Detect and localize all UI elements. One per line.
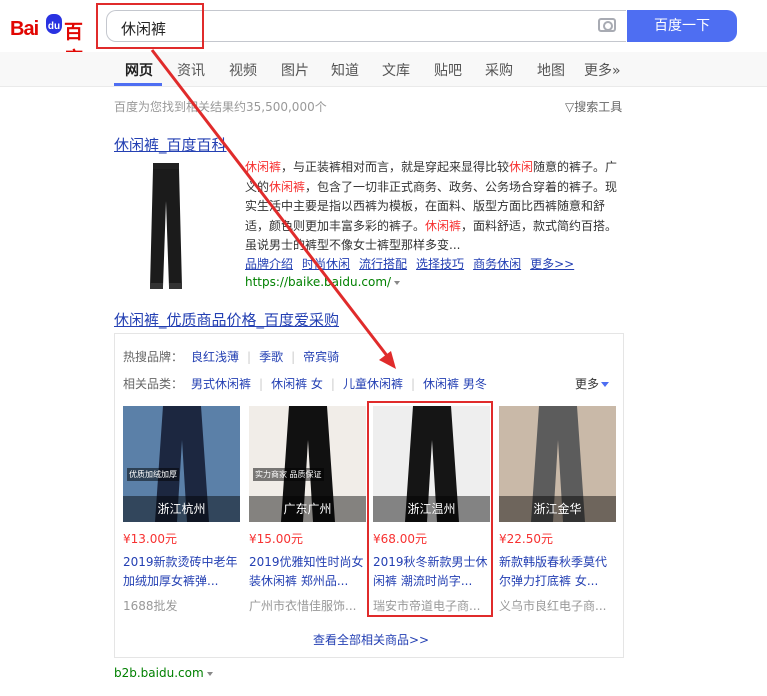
paw-icon: du — [46, 14, 62, 34]
tab-more[interactable]: 更多» — [584, 60, 621, 80]
sublink-more[interactable]: 更多>> — [530, 257, 574, 271]
hot-brands-label: 热搜品牌： — [123, 350, 184, 364]
brand-link[interactable]: 良红浅薄 — [191, 350, 239, 364]
tab-images[interactable]: 图片 — [281, 60, 309, 80]
more-categories-button[interactable]: 更多 — [575, 375, 610, 392]
tab-purchase[interactable]: 采购 — [485, 60, 513, 80]
pants-thumbnail[interactable] — [148, 163, 184, 291]
sublink-fashion[interactable]: 时尚休闲 — [302, 257, 350, 271]
result-url-text: https://baike.baidu.com/ — [245, 275, 392, 289]
more-label: 更多 — [575, 377, 600, 391]
product-location: 浙江杭州 — [123, 496, 240, 522]
search-tools-label: 搜索工具 — [574, 100, 623, 114]
logo-text-bai: Bai — [10, 18, 39, 40]
annotation-box-search — [96, 3, 204, 49]
keyword-highlight: 休闲裤 — [269, 179, 306, 194]
caret-down-icon — [206, 671, 213, 676]
category-link[interactable]: 休闲裤 女 — [271, 377, 323, 391]
divider: | — [410, 377, 416, 391]
related-categories-row: 相关品类： 男式休闲裤 | 休闲裤 女 | 儿童休闲裤 | 休闲裤 男冬 — [123, 375, 487, 392]
sublink-brand-intro[interactable]: 品牌介绍 — [245, 257, 293, 271]
product-name[interactable]: 2019新款烫砖中老年加绒加厚女裤弹... — [123, 553, 240, 591]
category-link[interactable]: 男式休闲裤 — [191, 377, 251, 391]
view-all-products-link[interactable]: 查看全部相关商品>> — [313, 631, 429, 648]
product-image[interactable]: 浙江金华 — [499, 406, 616, 522]
result-sublinks: 品牌介绍 时尚休闲 流行搭配 选择技巧 商务休闲 更多>> — [245, 255, 583, 272]
product-seller[interactable]: 义乌市良红电子商... — [499, 597, 616, 614]
description-text: ，与正装裤相对而言，就是穿起来显得比较 — [281, 160, 510, 174]
image-overlay-text: 优质加绒加厚 — [127, 468, 179, 481]
category-link[interactable]: 儿童休闲裤 — [343, 377, 403, 391]
product-image[interactable]: 实力商家 品质保证广东广州 — [249, 406, 366, 522]
caret-down-icon — [601, 382, 610, 387]
divider: | — [291, 350, 296, 364]
tab-tieba[interactable]: 贴吧 — [434, 60, 462, 80]
brand-link[interactable]: 帝宾骑 — [303, 350, 339, 364]
keyword-highlight: 休闲 — [509, 160, 534, 174]
tab-wenku[interactable]: 文库 — [382, 60, 410, 80]
annotation-box-product — [367, 401, 493, 617]
result-title-baike[interactable]: 休闲裤_百度百科 — [114, 134, 227, 155]
product-price: ¥22.50元 — [499, 532, 553, 546]
category-link[interactable]: 休闲裤 男冬 — [423, 377, 487, 391]
tab-video[interactable]: 视频 — [229, 60, 257, 80]
product-item[interactable]: 实力商家 品质保证广东广州 ¥15.00元 2019优雅知性时尚女装休闲裤 郑州品.… — [249, 406, 366, 614]
sublink-tips[interactable]: 选择技巧 — [416, 257, 464, 271]
filter-icon: ▽ — [565, 100, 575, 114]
result-title-aicaigou[interactable]: 休闲裤_优质商品价格_百度爱采购 — [114, 309, 339, 330]
sublink-business[interactable]: 商务休闲 — [473, 257, 521, 271]
baidu-logo[interactable]: Bai du 百度 — [8, 8, 90, 70]
result-description: 休闲裤，与正装裤相对而言，就是穿起来显得比较休闲随意的裤子。广义的休闲裤，包含了… — [245, 158, 623, 256]
b2b-url[interactable]: b2b.baidu.com — [114, 666, 213, 680]
divider: | — [330, 377, 335, 391]
tab-zhidao[interactable]: 知道 — [331, 60, 359, 80]
result-count: 百度为您找到相关结果约35,500,000个 — [114, 100, 327, 114]
image-overlay-text: 实力商家 品质保证 — [253, 468, 324, 481]
categories-label: 相关品类： — [123, 377, 184, 391]
tab-webpage[interactable]: 网页 — [125, 60, 153, 80]
keyword-highlight: 休闲裤 — [245, 160, 282, 174]
product-price: ¥15.00元 — [249, 532, 303, 546]
divider: | — [259, 377, 264, 391]
product-item[interactable]: 浙江金华 ¥22.50元新款韩版春秋季莫代尔弹力打底裤 女... 义乌市良红电子商.… — [499, 406, 616, 614]
product-name[interactable]: 2019优雅知性时尚女装休闲裤 郑州品... — [249, 553, 366, 591]
divider: | — [247, 350, 252, 364]
b2b-url-text: b2b.baidu.com — [114, 666, 204, 680]
hot-brands-row: 热搜品牌： 良红浅薄 | 季歌 | 帝宾骑 — [123, 348, 339, 365]
keyword-highlight: 休闲裤 — [425, 218, 462, 233]
search-tools-button[interactable]: ▽搜索工具 — [565, 98, 622, 115]
product-seller[interactable]: 1688批发 — [123, 597, 240, 614]
brand-link[interactable]: 季歌 — [259, 350, 283, 364]
product-image[interactable]: 优质加绒加厚浙江杭州 — [123, 406, 240, 522]
product-item[interactable]: 优质加绒加厚浙江杭州 ¥13.00元 2019新款烫砖中老年加绒加厚女裤弹... 16… — [123, 406, 240, 614]
caret-down-icon — [394, 280, 401, 285]
camera-icon[interactable] — [598, 18, 616, 32]
sublink-matching[interactable]: 流行搭配 — [359, 257, 407, 271]
search-button[interactable]: 百度一下 — [627, 10, 737, 42]
tab-news[interactable]: 资讯 — [177, 60, 205, 80]
search-nav-tabs: 网页 资讯 视频 图片 知道 文库 贴吧 采购 地图 更多» — [0, 52, 767, 87]
product-price: ¥13.00元 — [123, 532, 177, 546]
product-name[interactable]: 新款韩版春秋季莫代尔弹力打底裤 女... — [499, 553, 616, 591]
product-location: 浙江金华 — [499, 496, 616, 522]
active-tab-indicator — [114, 83, 162, 86]
result-url[interactable]: https://baike.baidu.com/ — [245, 275, 401, 289]
tab-map[interactable]: 地图 — [537, 60, 565, 80]
product-location: 广东广州 — [249, 496, 366, 522]
product-seller[interactable]: 广州市衣惜佳服饰... — [249, 597, 366, 614]
